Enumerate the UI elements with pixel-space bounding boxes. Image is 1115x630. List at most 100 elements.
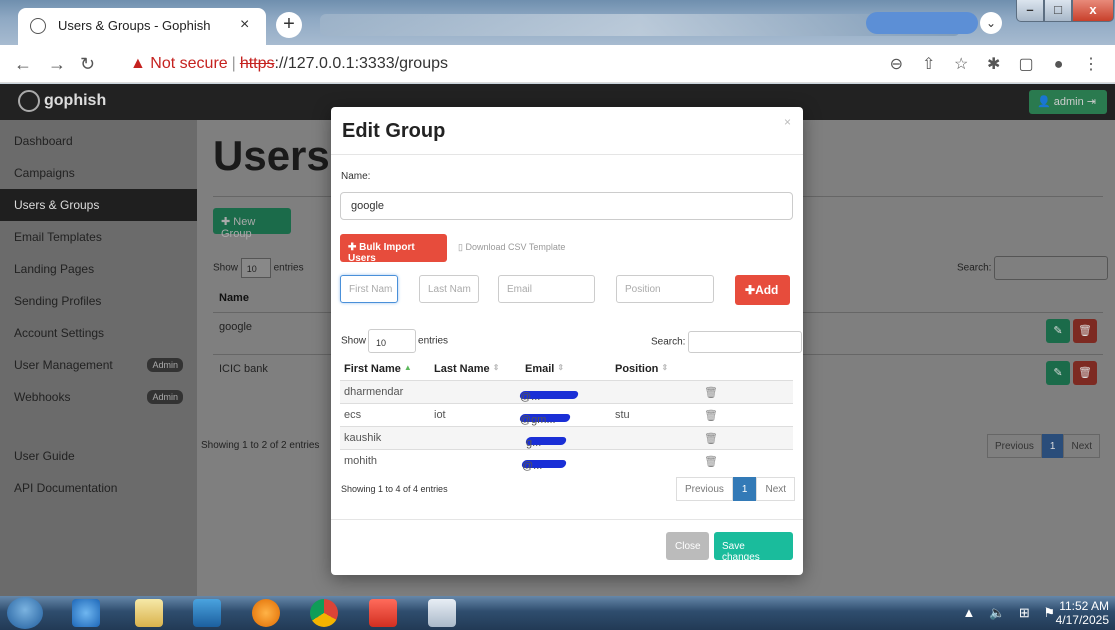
sidebar-item-user-guide[interactable]: User Guide [0, 440, 197, 472]
sort-asc-icon: ▲ [403, 363, 412, 372]
download-csv-link[interactable]: ▯ Download CSV Template [458, 242, 565, 253]
sidebar-item-account-settings[interactable]: Account Settings [0, 317, 197, 349]
bg-next-button[interactable]: Next [1063, 434, 1101, 458]
tray-expand-icon[interactable]: ▲ [963, 605, 976, 620]
url-field[interactable]: ▲ Not secure | https://127.0.0.1:3333/grou… [130, 50, 448, 78]
sidebar-item-campaigns[interactable]: Campaigns [0, 157, 197, 189]
sidebar-item-sending-profiles[interactable]: Sending Profiles [0, 285, 197, 317]
browser-titlebar: Users & Groups - Gophish × + ⌄ – □ x [0, 0, 1115, 45]
col-email[interactable]: Email ⇕ [525, 363, 564, 375]
side-panel-icon[interactable]: ▢ [1012, 54, 1040, 74]
forward-arrow-icon[interactable]: → [48, 54, 66, 75]
show-label: Show [341, 335, 367, 347]
wps-office-icon[interactable] [369, 599, 397, 627]
window-thumbnail-icon[interactable] [428, 599, 456, 627]
start-button[interactable] [7, 597, 43, 629]
trash-icon[interactable]: 🗑 [704, 455, 718, 468]
maximize-button[interactable]: □ [1044, 0, 1072, 22]
close-window-button[interactable]: x [1072, 0, 1114, 22]
modal-title: Edit Group [342, 120, 446, 142]
minimize-button[interactable]: – [1016, 0, 1044, 22]
first-name-input[interactable]: First Nam [340, 275, 398, 303]
sidebar-item-dashboard[interactable]: Dashboard [0, 125, 197, 157]
email-tail: @... [522, 460, 543, 472]
menu-icon[interactable]: ⋮ [1077, 54, 1105, 74]
cell-position: stu [615, 409, 630, 421]
entries-label: entries [418, 335, 449, 347]
email-tail: @gm... [520, 414, 556, 426]
profile-icon[interactable]: ● [1045, 56, 1073, 74]
col-last-name[interactable]: Last Name ⇕ [434, 363, 499, 375]
bg-prev-button[interactable]: Previous [987, 434, 1042, 458]
extensions-icon[interactable]: ✱ [980, 54, 1008, 74]
page-1-button[interactable]: 1 [732, 477, 757, 501]
sidebar-item-label: Account Settings [14, 326, 105, 340]
new-group-button[interactable]: ✚ New Group [213, 208, 291, 240]
sidebar-item-landing-pages[interactable]: Landing Pages [0, 253, 197, 285]
network-icon[interactable]: ⊞ [1019, 605, 1030, 620]
sidebar-item-email-templates[interactable]: Email Templates [0, 221, 197, 253]
share-icon[interactable]: ⇧ [915, 54, 943, 74]
modal-close-icon[interactable]: × [784, 115, 791, 129]
browser-tab[interactable]: Users & Groups - Gophish × [18, 8, 266, 45]
position-input[interactable]: Position [616, 275, 714, 303]
col-first-name[interactable]: First Name ▲ [344, 363, 412, 375]
next-button[interactable]: Next [756, 477, 796, 501]
sidebar-item-webhooks[interactable]: Webhooks Admin [0, 381, 197, 413]
modal-search-input[interactable] [688, 331, 803, 353]
trash-icon[interactable]: 🗑 [704, 432, 718, 445]
close-button[interactable]: Close [666, 532, 709, 560]
brand[interactable]: gophish [18, 90, 106, 112]
col-position[interactable]: Position ⇕ [615, 363, 668, 375]
edit-icon[interactable]: ✎ [1046, 361, 1070, 385]
file-explorer-icon[interactable] [135, 599, 163, 627]
clock[interactable]: 11:52 AM 4/17/2025 [1056, 599, 1109, 627]
trash-icon[interactable]: 🗑 [704, 386, 718, 399]
save-changes-button[interactable]: Save changes [714, 532, 793, 563]
zoom-icon[interactable]: ⊖ [882, 54, 910, 74]
gophish-logo-icon [18, 90, 40, 112]
site-favicon-icon [30, 18, 46, 34]
vlc-icon[interactable] [252, 599, 280, 627]
add-user-button[interactable]: ✚Add [735, 275, 790, 305]
email-input[interactable]: Email [498, 275, 595, 303]
bulk-import-button[interactable]: ✚ Bulk Import Users [340, 234, 447, 264]
action-center-flag-icon[interactable]: ⚑ [1043, 605, 1055, 620]
admin-badge: Admin [147, 390, 183, 404]
reload-icon[interactable]: ↻ [80, 54, 95, 75]
chrome-icon[interactable] [310, 599, 338, 627]
tab-close-icon[interactable]: × [240, 16, 249, 34]
bg-entries-label: entries [273, 262, 304, 274]
bookmark-star-icon[interactable]: ☆ [947, 54, 975, 74]
trash-icon[interactable]: 🗑 [704, 409, 718, 422]
bg-page-1[interactable]: 1 [1041, 434, 1064, 458]
bg-search-input[interactable] [994, 256, 1109, 280]
cell-first-name: mohith [344, 455, 378, 467]
modal-length-select[interactable]: 10 [368, 329, 417, 353]
outlook-icon[interactable] [193, 599, 221, 627]
toolbar-icons: ⊖ ⇧ ☆ ✱ ▢ ● ⋮ [882, 54, 1105, 74]
col-position-label: Position [615, 363, 659, 375]
bg-col-name[interactable]: Name [219, 292, 249, 304]
edit-icon[interactable]: ✎ [1046, 319, 1070, 343]
last-name-input[interactable]: Last Nam [419, 275, 479, 303]
group-name: ICIC bank [219, 363, 268, 375]
sidebar-item-users-groups[interactable]: Users & Groups [0, 189, 197, 221]
trash-icon[interactable]: 🗑 [1073, 361, 1097, 385]
group-name-input[interactable]: google [340, 192, 793, 220]
search-label: Search: [651, 336, 686, 348]
prev-button[interactable]: Previous [676, 477, 733, 501]
internet-explorer-icon[interactable] [72, 599, 100, 627]
sidebar-item-user-management[interactable]: User Management Admin [0, 349, 197, 381]
profile-pill[interactable] [866, 12, 978, 34]
table-row: mohith @... 🗑 [340, 449, 793, 472]
cell-first-name: kaushik [344, 432, 382, 444]
new-tab-button[interactable]: + [276, 12, 302, 38]
volume-icon[interactable]: 🔈 [989, 605, 1005, 620]
trash-icon[interactable]: 🗑 [1073, 319, 1097, 343]
tab-search-chevron-icon[interactable]: ⌄ [980, 12, 1002, 34]
bg-length-select[interactable]: 10 [240, 258, 271, 278]
admin-menu-button[interactable]: 👤 admin ⇥ [1029, 90, 1107, 114]
back-arrow-icon[interactable]: ← [14, 54, 32, 75]
sidebar-item-api-documentation[interactable]: API Documentation [0, 472, 197, 504]
